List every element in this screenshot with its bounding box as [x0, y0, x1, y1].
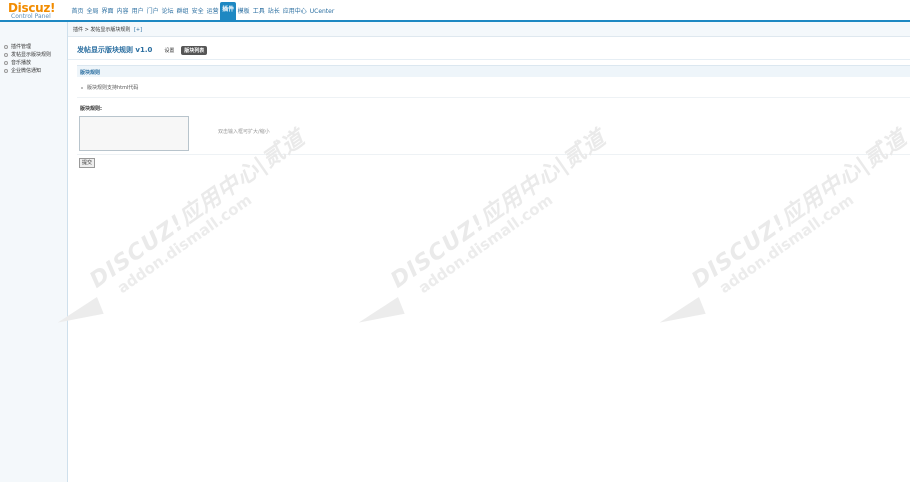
bullet-icon — [4, 68, 8, 73]
discuz-logo[interactable]: Discuz! Control Panel — [8, 2, 66, 20]
tab-forum-list[interactable]: 版块列表 — [181, 45, 208, 55]
sidebar-list: 插件管理发帖显示版块规则 音乐播放企业微信通知 — [0, 43, 67, 75]
nav-item-9[interactable]: 运营 — [205, 4, 220, 20]
tab-settings[interactable]: 设置 — [164, 47, 174, 54]
divider — [68, 59, 910, 60]
sidebar-item-3[interactable]: 企业微信通知 — [0, 67, 67, 75]
nav-item-1[interactable]: 全局 — [85, 4, 100, 20]
sidebar: 插件管理发帖显示版块规则 音乐播放企业微信通知 — [0, 22, 68, 482]
bullet-icon — [4, 44, 8, 49]
bullet-icon — [4, 60, 8, 65]
main-nav: 首页 全局 界面 内容 用户 门户 论坛 群组 安全 运营 插件 模板 工具 站长 应用中心 UCenter — [70, 2, 336, 20]
rules-label: 版块规则: — [80, 106, 102, 112]
rules-textarea[interactable] — [79, 116, 189, 151]
nav-item-3[interactable]: 内容 — [115, 4, 130, 20]
sidebar-item-0[interactable]: 插件管理 — [0, 43, 67, 51]
bullet-icon — [81, 86, 83, 89]
nav-item-0[interactable]: 首页 — [70, 4, 85, 20]
section-header: 版块规则 — [77, 65, 910, 77]
top-header: Discuz! Control Panel 首页 全局 界面 内容 用户 门户 论坛 群组 安全… — [0, 0, 910, 22]
nav-item-10[interactable]: 插件 — [220, 2, 237, 20]
divider — [77, 154, 910, 155]
breadcrumb: 插件 > 发帖显示版块规则 [+] — [73, 26, 142, 33]
sidebar-item-label: 音乐播放 — [11, 60, 32, 66]
nav-item-6[interactable]: 论坛 — [160, 4, 175, 20]
breadcrumb-bar: 插件 > 发帖显示版块规则 [+] — [68, 22, 910, 37]
nav-item-8[interactable]: 安全 — [190, 4, 205, 20]
nav-item-2[interactable]: 界面 — [100, 4, 115, 20]
page-title: 发帖显示版块规则 v1.0 — [77, 46, 153, 54]
submit-button[interactable]: 提交 — [79, 158, 96, 168]
sidebar-item-label: 发帖显示版块规则 — [11, 52, 52, 58]
sidebar-item-1[interactable]: 发帖显示版块规则 — [0, 51, 67, 59]
nav-item-14[interactable]: 应用中心 — [281, 4, 308, 20]
sidebar-item-2[interactable]: 音乐播放 — [0, 59, 67, 67]
breadcrumb-text: 插件 > 发帖显示版块规则 — [73, 27, 131, 33]
main-content: 发帖显示版块规则 v1.0 设置 版块列表 版块规则 版块规则支持html代码 … — [68, 37, 910, 482]
nav-item-5[interactable]: 门户 — [145, 4, 160, 20]
textarea-hint: 双击输入框可扩大/缩小 — [218, 129, 270, 135]
nav-item-4[interactable]: 用户 — [130, 4, 145, 20]
nav-item-12[interactable]: 工具 — [251, 4, 266, 20]
nav-item-7[interactable]: 群组 — [175, 4, 190, 20]
tip-item: 版块规则支持html代码 — [81, 84, 138, 91]
sidebar-item-label: 企业微信通知 — [11, 68, 42, 74]
nav-item-15[interactable]: UCenter — [308, 4, 336, 20]
sidebar-item-label: 插件管理 — [11, 44, 32, 50]
divider — [77, 97, 910, 98]
bullet-icon — [4, 52, 8, 57]
page-title-row: 发帖显示版块规则 v1.0 设置 版块列表 — [77, 45, 208, 55]
add-favorite-link[interactable]: [+] — [134, 27, 142, 33]
tip-text: 版块规则支持html代码 — [87, 85, 139, 91]
logo-subtitle: Control Panel — [11, 13, 51, 20]
nav-item-13[interactable]: 站长 — [266, 4, 281, 20]
section-title: 版块规则 — [80, 70, 101, 76]
nav-item-11[interactable]: 模板 — [236, 4, 251, 20]
